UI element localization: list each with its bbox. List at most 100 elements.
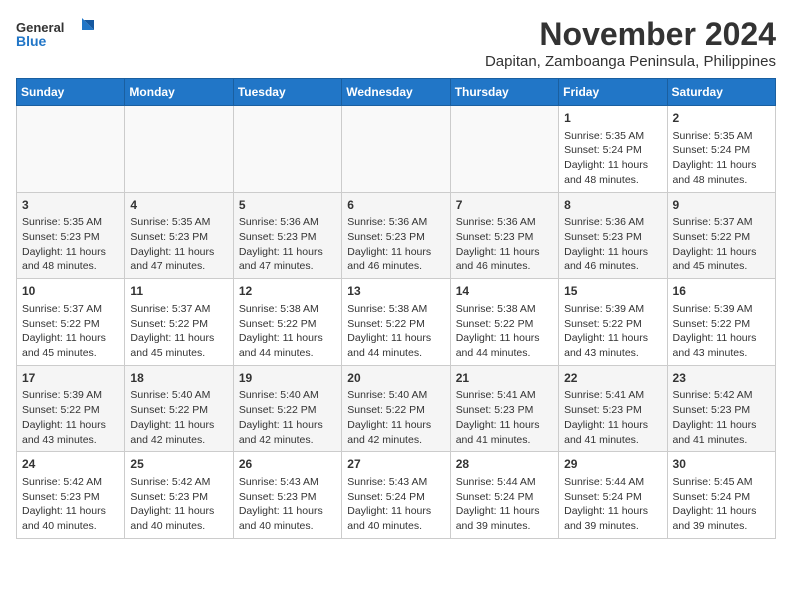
day-info-line: Sunrise: 5:39 AM <box>22 388 119 403</box>
day-number: 4 <box>130 197 227 214</box>
day-info-line: and 40 minutes. <box>130 519 227 534</box>
day-info-line: and 40 minutes. <box>347 519 444 534</box>
calendar-cell <box>342 106 450 193</box>
day-number: 28 <box>456 456 553 473</box>
day-info-line: and 45 minutes. <box>22 346 119 361</box>
day-number: 11 <box>130 283 227 300</box>
day-info-line: Sunrise: 5:41 AM <box>456 388 553 403</box>
day-number: 9 <box>673 197 770 214</box>
calendar-cell: 18Sunrise: 5:40 AMSunset: 5:22 PMDayligh… <box>125 365 233 452</box>
day-info-line: Sunrise: 5:37 AM <box>673 215 770 230</box>
day-info-line: Sunset: 5:23 PM <box>673 403 770 418</box>
day-info-line: Sunrise: 5:38 AM <box>456 302 553 317</box>
day-number: 10 <box>22 283 119 300</box>
calendar-cell <box>233 106 341 193</box>
day-info-line: Daylight: 11 hours <box>456 418 553 433</box>
day-info-line: and 41 minutes. <box>564 433 661 448</box>
calendar-cell: 27Sunrise: 5:43 AMSunset: 5:24 PMDayligh… <box>342 452 450 539</box>
day-number: 27 <box>347 456 444 473</box>
day-number: 2 <box>673 110 770 127</box>
calendar-cell: 6Sunrise: 5:36 AMSunset: 5:23 PMDaylight… <box>342 192 450 279</box>
day-info-line: Daylight: 11 hours <box>456 245 553 260</box>
day-info-line: Sunrise: 5:45 AM <box>673 475 770 490</box>
svg-text:Blue: Blue <box>16 33 47 49</box>
day-info-line: Sunrise: 5:38 AM <box>347 302 444 317</box>
day-info-line: Daylight: 11 hours <box>22 504 119 519</box>
day-info-line: Sunset: 5:24 PM <box>673 490 770 505</box>
day-info-line: Sunset: 5:22 PM <box>347 317 444 332</box>
calendar-cell: 11Sunrise: 5:37 AMSunset: 5:22 PMDayligh… <box>125 279 233 366</box>
calendar-cell: 16Sunrise: 5:39 AMSunset: 5:22 PMDayligh… <box>667 279 775 366</box>
day-info-line: Sunset: 5:24 PM <box>456 490 553 505</box>
day-info-line: Sunrise: 5:42 AM <box>22 475 119 490</box>
day-info-line: Sunrise: 5:35 AM <box>22 215 119 230</box>
day-info-line: Daylight: 11 hours <box>347 245 444 260</box>
day-info-line: and 39 minutes. <box>564 519 661 534</box>
day-info-line: Sunset: 5:22 PM <box>347 403 444 418</box>
day-info-line: Sunset: 5:23 PM <box>239 230 336 245</box>
day-info-line: Daylight: 11 hours <box>130 418 227 433</box>
day-info-line: Daylight: 11 hours <box>347 418 444 433</box>
calendar-cell: 3Sunrise: 5:35 AMSunset: 5:23 PMDaylight… <box>17 192 125 279</box>
logo-svg: General Blue <box>16 16 96 56</box>
day-info-line: Daylight: 11 hours <box>347 331 444 346</box>
day-info-line: and 48 minutes. <box>22 259 119 274</box>
day-info-line: Daylight: 11 hours <box>239 331 336 346</box>
day-number: 30 <box>673 456 770 473</box>
day-number: 12 <box>239 283 336 300</box>
calendar-cell: 20Sunrise: 5:40 AMSunset: 5:22 PMDayligh… <box>342 365 450 452</box>
calendar-cell: 13Sunrise: 5:38 AMSunset: 5:22 PMDayligh… <box>342 279 450 366</box>
calendar-cell: 14Sunrise: 5:38 AMSunset: 5:22 PMDayligh… <box>450 279 558 366</box>
day-info-line: Sunrise: 5:41 AM <box>564 388 661 403</box>
calendar-cell: 4Sunrise: 5:35 AMSunset: 5:23 PMDaylight… <box>125 192 233 279</box>
day-number: 7 <box>456 197 553 214</box>
day-info-line: Daylight: 11 hours <box>673 158 770 173</box>
day-info-line: Daylight: 11 hours <box>239 245 336 260</box>
day-info-line: Sunset: 5:23 PM <box>22 230 119 245</box>
day-info-line: Sunset: 5:23 PM <box>130 490 227 505</box>
calendar-cell: 19Sunrise: 5:40 AMSunset: 5:22 PMDayligh… <box>233 365 341 452</box>
day-info-line: and 42 minutes. <box>347 433 444 448</box>
calendar-header: SundayMondayTuesdayWednesdayThursdayFrid… <box>17 79 776 106</box>
logo: General Blue <box>16 16 96 56</box>
day-info-line: Sunset: 5:23 PM <box>239 490 336 505</box>
calendar-body: 1Sunrise: 5:35 AMSunset: 5:24 PMDaylight… <box>17 106 776 539</box>
calendar-cell: 9Sunrise: 5:37 AMSunset: 5:22 PMDaylight… <box>667 192 775 279</box>
day-info-line: Sunrise: 5:35 AM <box>130 215 227 230</box>
day-number: 16 <box>673 283 770 300</box>
day-info-line: Sunrise: 5:42 AM <box>130 475 227 490</box>
calendar-cell <box>17 106 125 193</box>
day-info-line: Daylight: 11 hours <box>239 418 336 433</box>
day-info-line: Sunrise: 5:40 AM <box>239 388 336 403</box>
day-info-line: Daylight: 11 hours <box>22 418 119 433</box>
day-number: 23 <box>673 370 770 387</box>
weekday-header-saturday: Saturday <box>667 79 775 106</box>
day-info-line: Daylight: 11 hours <box>673 245 770 260</box>
day-info-line: and 40 minutes. <box>239 519 336 534</box>
day-info-line: Sunrise: 5:43 AM <box>347 475 444 490</box>
day-info-line: Sunrise: 5:43 AM <box>239 475 336 490</box>
day-info-line: Sunset: 5:22 PM <box>130 317 227 332</box>
day-info-line: Sunrise: 5:36 AM <box>456 215 553 230</box>
day-info-line: Sunset: 5:23 PM <box>130 230 227 245</box>
calendar-week-row: 17Sunrise: 5:39 AMSunset: 5:22 PMDayligh… <box>17 365 776 452</box>
month-title: November 2024 <box>485 16 776 53</box>
day-info-line: Sunrise: 5:38 AM <box>239 302 336 317</box>
day-info-line: Sunset: 5:24 PM <box>564 143 661 158</box>
calendar-table: SundayMondayTuesdayWednesdayThursdayFrid… <box>16 78 776 539</box>
day-info-line: and 43 minutes. <box>22 433 119 448</box>
day-info-line: and 45 minutes. <box>130 346 227 361</box>
day-info-line: Daylight: 11 hours <box>456 331 553 346</box>
weekday-header-thursday: Thursday <box>450 79 558 106</box>
day-info-line: and 42 minutes. <box>130 433 227 448</box>
day-number: 14 <box>456 283 553 300</box>
calendar-cell: 29Sunrise: 5:44 AMSunset: 5:24 PMDayligh… <box>559 452 667 539</box>
calendar-cell <box>125 106 233 193</box>
day-info-line: Sunrise: 5:36 AM <box>347 215 444 230</box>
day-info-line: Sunset: 5:22 PM <box>22 317 119 332</box>
day-info-line: Sunset: 5:22 PM <box>239 317 336 332</box>
day-info-line: and 46 minutes. <box>456 259 553 274</box>
day-number: 22 <box>564 370 661 387</box>
day-number: 8 <box>564 197 661 214</box>
day-info-line: and 39 minutes. <box>673 519 770 534</box>
